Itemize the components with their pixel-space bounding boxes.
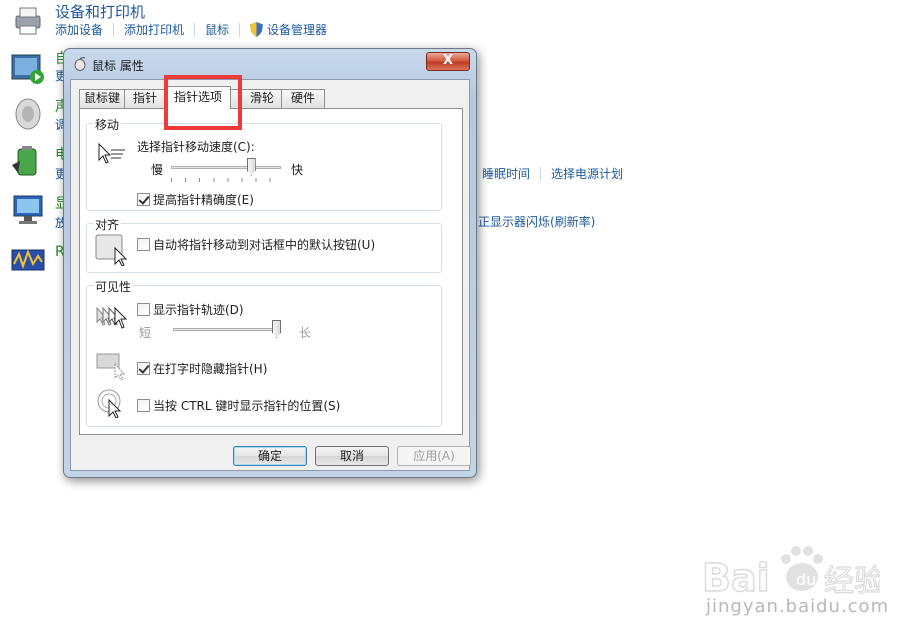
snap-checkbox[interactable]	[137, 238, 150, 251]
display-refresh-link[interactable]: 正显示器闪烁(刷新率)	[478, 213, 595, 230]
mouse-properties-dialog: 鼠标 属性 X 鼠标键 指针 指针选项 滑轮 硬件 移动 选择指针移动速度(C)…	[63, 48, 477, 478]
svg-text:du: du	[796, 570, 816, 589]
trails-checkbox[interactable]	[137, 303, 150, 316]
hide-while-typing-label: 在打字时隐藏指针(H)	[153, 362, 268, 376]
speaker-icon	[15, 98, 41, 130]
fast-label: 快	[291, 163, 304, 177]
add-device-link[interactable]: 添加设备	[55, 21, 103, 38]
trails-checkbox-row[interactable]: 显示指针轨迹(D)	[137, 301, 244, 318]
apply-button[interactable]: 应用(A)	[397, 446, 471, 466]
printer-icon	[15, 7, 41, 35]
cancel-button[interactable]: 取消	[315, 446, 389, 466]
dialog-client: 鼠标键 指针 指针选项 滑轮 硬件 移动 选择指针移动速度(C): 慢 快 提高…	[70, 79, 471, 471]
trail-length-thumb[interactable]	[272, 320, 281, 338]
ctrl-locate-icon	[97, 389, 122, 418]
power-links: 睡眠时间 选择电源计划	[482, 165, 623, 182]
slow-label: 慢	[151, 163, 164, 177]
devices-links: 添加设备 添加打印机 鼠标 设备管理器	[55, 21, 327, 38]
display-icon	[13, 195, 43, 224]
pointer-options-panel: 移动 选择指针移动速度(C): 慢 快 提高指针精确度(E) 对齐 自动将指针移…	[79, 108, 463, 435]
tab-buttons[interactable]: 鼠标键	[79, 89, 125, 108]
mouse-icon	[74, 57, 86, 71]
snap-group: 对齐 自动将指针移动到对话框中的默认按钮(U)	[86, 216, 442, 273]
hide-checkbox-row[interactable]: 在打字时隐藏指针(H)	[137, 360, 267, 377]
svg-text:Bai: Bai	[702, 556, 770, 600]
snap-checkbox-row[interactable]: 自动将指针移动到对话框中的默认按钮(U)	[137, 236, 375, 253]
snap-label: 自动将指针移动到对话框中的默认按钮(U)	[153, 238, 376, 252]
snap-button-icon	[95, 234, 128, 266]
visibility-group-label: 可见性	[93, 278, 134, 295]
motion-group: 移动 选择指针移动速度(C): 慢 快 提高指针精确度(E)	[86, 116, 442, 211]
shield-icon	[250, 22, 264, 37]
long-label: 长	[299, 326, 312, 340]
ctrl-locate-checkbox[interactable]	[137, 399, 150, 412]
ok-button[interactable]: 确定	[233, 446, 307, 466]
speed-slider-thumb[interactable]	[246, 158, 256, 176]
precision-checkbox[interactable]	[137, 193, 150, 206]
motion-pointer-icon	[98, 142, 125, 164]
add-printer-link[interactable]: 添加打印机	[124, 21, 184, 38]
battery-icon	[12, 146, 37, 176]
power-plan-link[interactable]: 选择电源计划	[551, 165, 623, 182]
devices-title[interactable]: 设备和打印机	[55, 1, 145, 22]
speed-label: 选择指针移动速度(C):	[137, 140, 255, 154]
autoplay-icon	[11, 54, 44, 84]
visibility-group: 可见性 显示指针轨迹(D) 短 长 在打字时隐藏指针(H) 当按 CTRL 键时…	[86, 278, 442, 427]
speed-slider[interactable]	[171, 158, 281, 182]
ctrl-checkbox-row[interactable]: 当按 CTRL 键时显示指针的位置(S)	[137, 397, 340, 414]
motion-group-label: 移动	[93, 116, 122, 133]
realtek-audio-icon	[11, 249, 45, 271]
mouse-link[interactable]: 鼠标	[205, 21, 229, 38]
trail-length-slider[interactable]	[173, 320, 281, 342]
short-label: 短	[139, 326, 152, 340]
svg-text:经验: 经验	[824, 564, 880, 599]
pointer-trails-icon	[96, 306, 128, 329]
ctrl-locate-label: 当按 CTRL 键时显示指针的位置(S)	[153, 399, 341, 413]
device-manager-link[interactable]: 设备管理器	[267, 21, 327, 38]
dialog-titlebar[interactable]: 鼠标 属性 X	[64, 49, 476, 79]
sleep-time-link[interactable]: 睡眠时间	[482, 165, 530, 182]
snap-group-label: 对齐	[93, 216, 122, 233]
watermark-url: jingyan.baidu.com	[706, 596, 890, 617]
hide-while-typing-icon	[96, 353, 126, 380]
tab-hardware[interactable]: 硬件	[281, 89, 325, 108]
precision-checkbox-row[interactable]: 提高指针精确度(E)	[137, 191, 254, 208]
close-button[interactable]: X	[426, 52, 470, 71]
hide-while-typing-checkbox[interactable]	[137, 362, 150, 375]
tab-pointers[interactable]: 指针	[124, 89, 166, 108]
tab-highlight-box	[164, 75, 242, 130]
trails-label: 显示指针轨迹(D)	[153, 303, 244, 317]
dialog-title: 鼠标 属性	[92, 59, 144, 73]
precision-label: 提高指针精确度(E)	[153, 193, 254, 207]
